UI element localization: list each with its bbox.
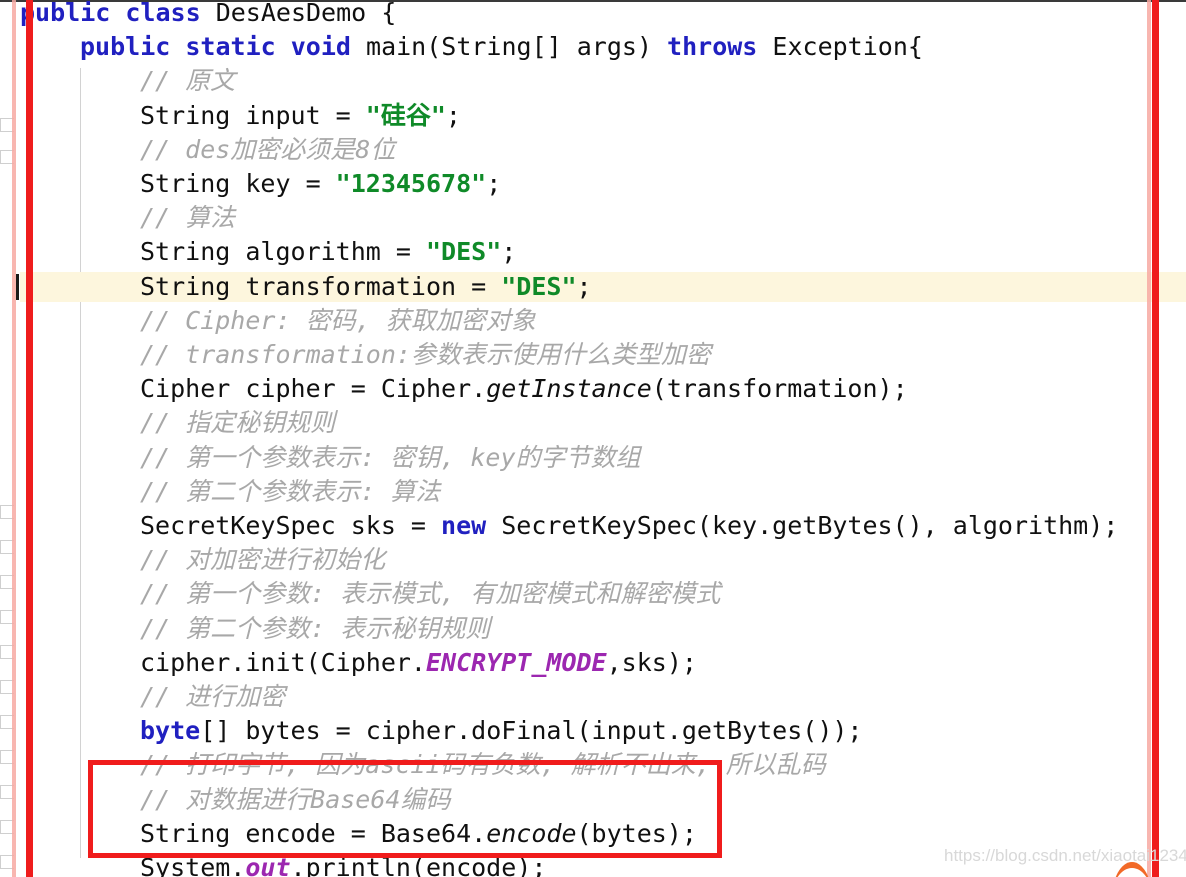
code-token: "DES" bbox=[425, 237, 502, 267]
code-token: SecretKeySpec(key.getBytes(), algorithm)… bbox=[486, 511, 1119, 540]
code-token: (transformation); bbox=[651, 374, 908, 404]
code-line[interactable]: public static void main(String[] args) t… bbox=[0, 30, 1186, 64]
code-line[interactable]: // 原文 bbox=[0, 64, 1186, 98]
code-line[interactable]: public class DesAesDemo { bbox=[0, 0, 1186, 30]
code-token: ENCRYPT_MODE bbox=[425, 647, 607, 677]
code-token: ,sks); bbox=[606, 647, 697, 677]
code-token: void bbox=[290, 32, 351, 62]
right-edge-soft-line bbox=[1147, 0, 1151, 877]
code-token: // 原文 bbox=[140, 66, 236, 96]
code-line[interactable]: // 进行加密 bbox=[0, 680, 1186, 714]
code-token: static bbox=[185, 32, 276, 62]
code-line[interactable]: // 第一个参数表示: 密钥, key的字节数组 bbox=[0, 441, 1186, 475]
code-line[interactable]: String input = "硅谷"; bbox=[0, 99, 1186, 133]
code-token: // 第二个参数表示: 算法 bbox=[140, 476, 441, 506]
code-token: // 打印字节, 因为ascii码有负数, 解析不出来, 所以乱码 bbox=[140, 750, 826, 780]
code-token: ; bbox=[576, 271, 592, 301]
code-token: public bbox=[20, 0, 111, 27]
code-line[interactable]: // 算法 bbox=[0, 201, 1186, 235]
code-token: // 第二个参数: 表示秘钥规则 bbox=[140, 613, 491, 643]
code-line[interactable]: Cipher cipher = Cipher.getInstance(trans… bbox=[0, 372, 1186, 406]
code-token: // 对加密进行初始化 bbox=[140, 545, 386, 575]
code-token: String encode = Base64. bbox=[140, 818, 487, 848]
left-edge-red-line bbox=[26, 0, 33, 877]
code-editor[interactable]: public class DesAesDemo {public static v… bbox=[0, 0, 1186, 877]
right-edge-red-line bbox=[1152, 0, 1159, 877]
code-token: "硅谷" bbox=[365, 100, 446, 130]
code-line[interactable]: SecretKeySpec sks = new SecretKeySpec(ke… bbox=[0, 509, 1186, 543]
code-line[interactable]: // 第二个参数表示: 算法 bbox=[0, 475, 1186, 509]
code-line[interactable]: // 对数据进行Base64编码 bbox=[0, 783, 1186, 817]
code-line[interactable]: String algorithm = "DES"; bbox=[0, 235, 1186, 269]
watermark-text: https://blog.csdn.net/xiaotai1234 bbox=[944, 846, 1186, 865]
code-token: // 对数据进行Base64编码 bbox=[140, 784, 451, 814]
code-token: getInstance bbox=[486, 374, 652, 404]
code-token: .println(encode); bbox=[290, 853, 547, 877]
code-token: SecretKeySpec sks = bbox=[140, 511, 442, 540]
code-token: String transformation = bbox=[140, 271, 502, 301]
code-token: byte bbox=[140, 716, 201, 746]
code-line[interactable]: // 第二个参数: 表示秘钥规则 bbox=[0, 612, 1186, 646]
code-line[interactable]: // Cipher: 密码, 获取加密对象 bbox=[0, 304, 1186, 338]
code-token: (bytes); bbox=[576, 818, 697, 848]
code-token: cipher.init(Cipher. bbox=[140, 647, 426, 677]
code-token: // 算法 bbox=[140, 203, 236, 233]
code-token: // Cipher: 密码, 获取加密对象 bbox=[140, 305, 536, 335]
code-token: [] bytes = cipher.doFinal(input.getBytes… bbox=[200, 716, 863, 746]
code-token: main(String[] args) bbox=[350, 32, 668, 62]
code-token: "12345678" bbox=[335, 169, 487, 198]
left-edge-soft-line bbox=[12, 0, 16, 877]
code-token: System. bbox=[140, 853, 246, 877]
code-line[interactable]: // 指定秘钥规则 bbox=[0, 406, 1186, 440]
code-token: String input = bbox=[140, 100, 366, 130]
code-token: // 指定秘钥规则 bbox=[140, 408, 336, 438]
code-token: // 进行加密 bbox=[140, 682, 286, 711]
code-token: // 第一个参数表示: 密钥, key的字节数组 bbox=[140, 442, 641, 472]
code-token: new bbox=[441, 511, 487, 540]
code-token: Cipher cipher = Cipher. bbox=[140, 374, 487, 404]
code-token: // transformation:参数表示使用什么类型加密 bbox=[140, 340, 711, 369]
code-line[interactable]: // 对加密进行初始化 bbox=[0, 543, 1186, 577]
code-token: String algorithm = bbox=[140, 237, 426, 267]
code-token: public bbox=[80, 32, 171, 62]
code-token: throws bbox=[667, 32, 758, 62]
code-token: // des加密必须是8位 bbox=[140, 134, 396, 164]
code-token: // 第一个参数: 表示模式, 有加密模式和解密模式 bbox=[140, 579, 721, 609]
code-token: DesAesDemo { bbox=[200, 0, 397, 27]
code-line[interactable]: String key = "12345678"; bbox=[0, 167, 1186, 201]
code-token: out bbox=[245, 853, 291, 877]
code-line[interactable]: // 打印字节, 因为ascii码有负数, 解析不出来, 所以乱码 bbox=[0, 748, 1186, 782]
code-token: ; bbox=[486, 169, 502, 198]
code-token: ; bbox=[501, 237, 517, 267]
code-line[interactable]: // 第一个参数: 表示模式, 有加密模式和解密模式 bbox=[0, 577, 1186, 611]
code-token: ; bbox=[445, 100, 461, 130]
code-token: "DES" bbox=[501, 271, 577, 301]
code-line[interactable]: String transformation = "DES"; bbox=[0, 270, 1186, 304]
code-token: Exception{ bbox=[757, 32, 923, 62]
code-line[interactable]: byte[] bytes = cipher.doFinal(input.getB… bbox=[0, 714, 1186, 748]
code-token: encode bbox=[486, 818, 577, 848]
code-line[interactable]: // des加密必须是8位 bbox=[0, 133, 1186, 167]
code-line[interactable]: cipher.init(Cipher.ENCRYPT_MODE,sks); bbox=[0, 646, 1186, 680]
code-token: String key = bbox=[140, 169, 336, 198]
code-line[interactable]: // transformation:参数表示使用什么类型加密 bbox=[0, 338, 1186, 372]
code-token: class bbox=[125, 0, 201, 27]
